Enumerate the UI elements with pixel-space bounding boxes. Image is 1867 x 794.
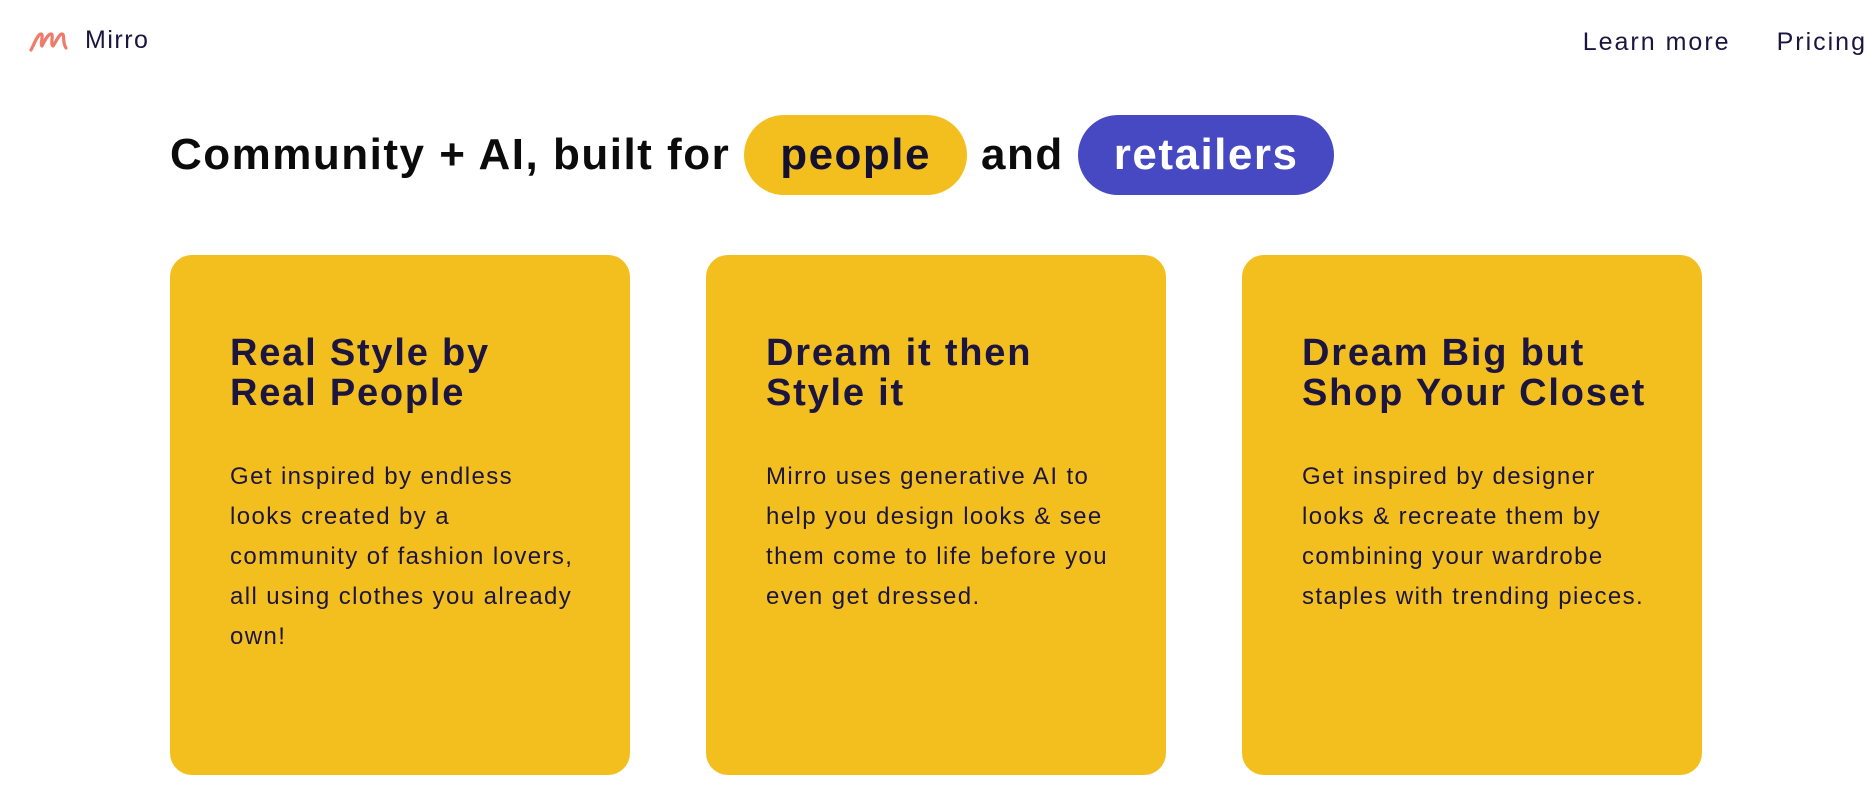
feature-card-shop-closet: Dream Big but Shop Your Closet Get inspi… bbox=[1242, 255, 1702, 775]
brand-home-link[interactable]: Mirro bbox=[28, 26, 149, 55]
feature-card-real-style: Real Style by Real People Get inspired b… bbox=[170, 255, 630, 775]
headline-connector: and bbox=[981, 130, 1064, 179]
hero-headline: Community + AI, built for people and ret… bbox=[170, 115, 1348, 195]
card-title: Dream it then Style it bbox=[766, 332, 1033, 414]
card-title: Dream Big but Shop Your Closet bbox=[1302, 332, 1647, 414]
card-title: Real Style by Real People bbox=[230, 332, 490, 414]
headline-prefix: Community + AI, built for bbox=[170, 130, 731, 179]
nav-pricing[interactable]: Pricing bbox=[1777, 28, 1867, 57]
pill-people: people bbox=[744, 115, 967, 195]
site-header: Mirro Learn more Pricing bbox=[0, 0, 1867, 86]
feature-cards: Real Style by Real People Get inspired b… bbox=[170, 255, 1702, 775]
card-text: Get inspired by designer looks & recreat… bbox=[1302, 463, 1645, 610]
pill-retailers: retailers bbox=[1077, 115, 1335, 195]
feature-card-dream-style: Dream it then Style it Mirro uses genera… bbox=[706, 255, 1166, 775]
card-text: Mirro uses generative AI to help you des… bbox=[766, 463, 1109, 610]
mirro-logo-icon bbox=[28, 28, 68, 54]
brand-name: Mirro bbox=[85, 26, 150, 54]
landing-page: Mirro Learn more Pricing Community + AI,… bbox=[0, 0, 1867, 794]
main-nav: Learn more Pricing bbox=[1537, 28, 1867, 57]
nav-learn-more[interactable]: Learn more bbox=[1583, 28, 1731, 57]
card-text: Get inspired by endless looks created by… bbox=[230, 463, 574, 650]
